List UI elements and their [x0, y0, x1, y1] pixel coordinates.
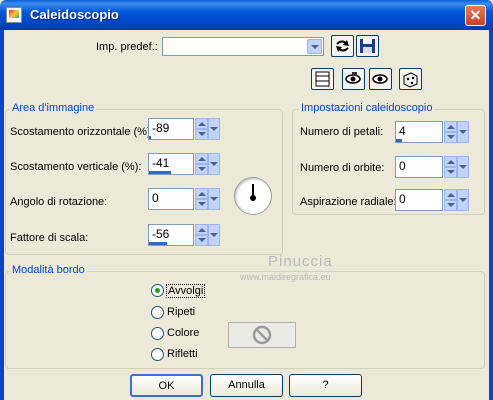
radio-color[interactable]: [151, 327, 164, 340]
rotation-angle-stepper[interactable]: [195, 188, 208, 210]
preview-window-icon: [315, 71, 330, 87]
scale-factor-label: Fattore di scala:: [10, 232, 89, 244]
save-preset-button[interactable]: [356, 35, 379, 57]
radio-reflect[interactable]: [151, 348, 164, 361]
border-color-swatch[interactable]: [228, 322, 296, 348]
preset-dropdown[interactable]: [162, 37, 324, 56]
app-icon: [6, 7, 22, 23]
rotation-angle-input[interactable]: 0: [148, 188, 194, 210]
horizontal-offset-dropdown[interactable]: [208, 118, 220, 140]
close-button[interactable]: ✕: [465, 5, 486, 26]
radio-repeat[interactable]: [151, 306, 164, 319]
window-frame-left: [0, 30, 4, 400]
orbits-input[interactable]: 0: [395, 156, 443, 178]
eye-icon: [372, 74, 388, 84]
rotation-dial-needle-icon: [250, 184, 256, 201]
eye-icon: [345, 72, 361, 84]
auto-preview-button[interactable]: [369, 68, 392, 90]
petals-input[interactable]: 4: [395, 121, 443, 143]
save-icon: [360, 39, 375, 53]
rotation-angle-label: Angolo di rotazione:: [10, 196, 108, 208]
rotation-angle-dropdown[interactable]: [208, 188, 220, 210]
cancel-button[interactable]: Annulla: [210, 374, 283, 397]
no-color-icon: [252, 325, 272, 345]
radial-suction-label: Aspirazione radiale:: [300, 196, 397, 208]
radio-repeat-label[interactable]: Ripeti: [167, 306, 195, 318]
scale-factor-slider[interactable]: [149, 242, 167, 245]
vertical-offset-slider[interactable]: [149, 171, 171, 174]
reset-preset-button[interactable]: [331, 35, 354, 57]
rotation-dial[interactable]: [234, 177, 272, 215]
preview-on-image-button[interactable]: [342, 68, 365, 90]
window-frame-right: [489, 30, 493, 400]
orbits-stepper[interactable]: [444, 156, 457, 178]
vertical-offset-stepper[interactable]: [195, 153, 208, 175]
vertical-offset-dropdown[interactable]: [208, 153, 220, 175]
border-mode-group: [5, 271, 485, 369]
chevron-down-icon[interactable]: [307, 39, 322, 54]
petals-slider[interactable]: [396, 139, 402, 142]
scale-factor-stepper[interactable]: [195, 224, 208, 246]
randomize-button[interactable]: [399, 68, 422, 90]
radio-reflect-label[interactable]: Rifletti: [167, 348, 198, 360]
radio-wrap[interactable]: [151, 284, 164, 297]
image-area-title: Area d'immagine: [10, 102, 97, 114]
title-bar[interactable]: Caleidoscopio ✕: [0, 0, 493, 30]
horizontal-offset-stepper[interactable]: [195, 118, 208, 140]
kaleidoscope-settings-title: Impostazioni caleidoscopio: [299, 102, 435, 114]
radio-wrap-label[interactable]: Avvolgi: [166, 284, 206, 298]
orbits-dropdown[interactable]: [457, 156, 469, 178]
scale-factor-dropdown[interactable]: [208, 224, 220, 246]
border-mode-title: Modalità bordo: [10, 264, 87, 276]
reset-icon: [336, 40, 349, 52]
petals-dropdown[interactable]: [457, 121, 469, 143]
orbits-label: Numero di orbite:: [300, 162, 385, 174]
radial-suction-stepper[interactable]: [444, 189, 457, 211]
ok-button[interactable]: OK: [130, 374, 203, 397]
watermark-name: Pinuccia: [268, 253, 333, 270]
help-button[interactable]: ?: [289, 374, 362, 397]
petals-stepper[interactable]: [444, 121, 457, 143]
radial-suction-input[interactable]: 0: [395, 189, 443, 211]
preview-window-button[interactable]: [311, 68, 334, 90]
radio-color-label[interactable]: Colore: [167, 327, 199, 339]
randomize-icon: [403, 72, 418, 88]
horizontal-offset-input[interactable]: -89: [148, 118, 194, 140]
horizontal-offset-label: Scostamento orizzontale (%):: [10, 126, 154, 138]
preset-label: Imp. predef.:: [96, 41, 158, 53]
petals-label: Numero di petali:: [300, 126, 384, 138]
radial-suction-dropdown[interactable]: [457, 189, 469, 211]
vertical-offset-label: Scostamento verticale (%):: [10, 161, 142, 173]
window-title: Caleidoscopio: [30, 7, 119, 22]
horizontal-offset-slider[interactable]: [149, 136, 151, 139]
